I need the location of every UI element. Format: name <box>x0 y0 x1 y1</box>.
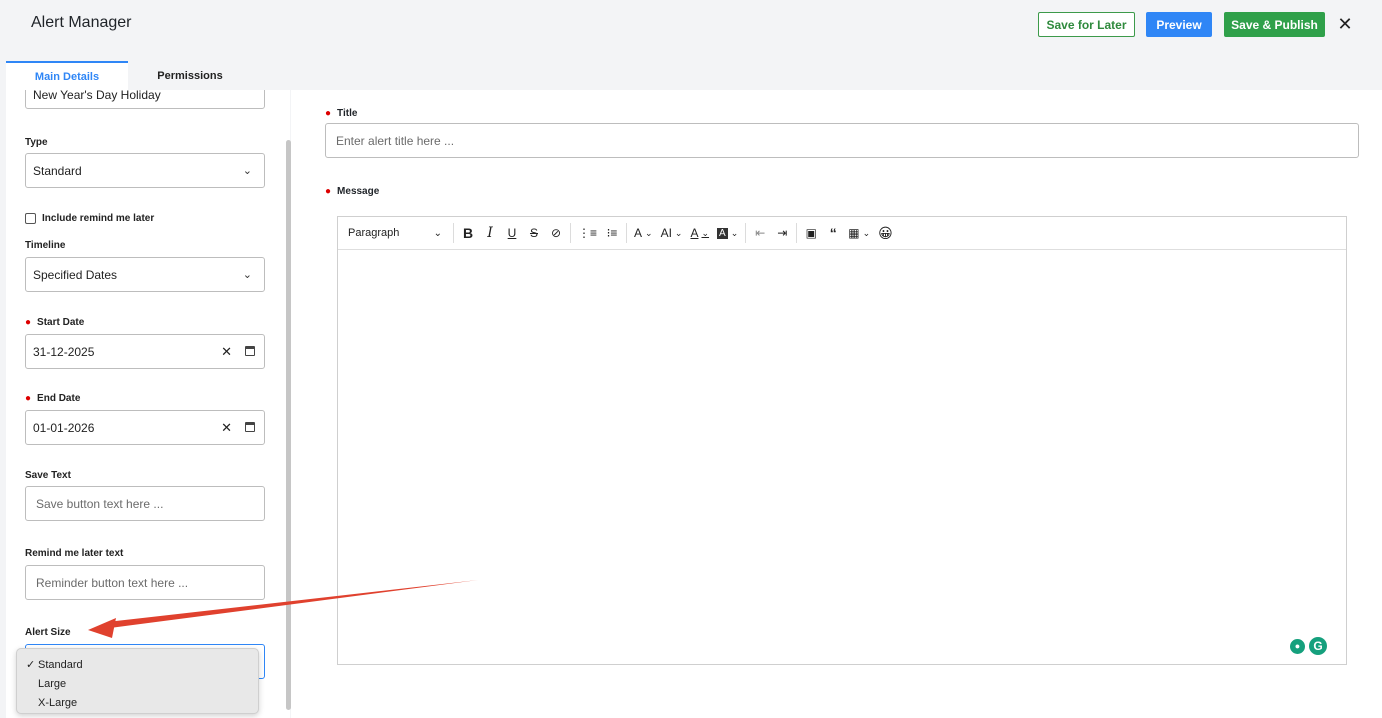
clear-start-date-icon[interactable]: ✕ <box>221 344 232 360</box>
save-text-input[interactable]: Save button text here ... <box>25 486 265 521</box>
alert-size-label: Alert Size <box>25 627 71 638</box>
grammarly-widget[interactable]: ● G <box>1290 635 1336 657</box>
bold-icon[interactable]: B <box>457 222 479 244</box>
remind-me-later-checkbox-row[interactable]: Include remind me later <box>25 213 154 224</box>
preview-button[interactable]: Preview <box>1146 12 1212 37</box>
remind-me-later-checkbox-label: Include remind me later <box>42 213 155 224</box>
alert-name-value: New Year's Day Holiday <box>33 90 161 102</box>
alert-name-field[interactable]: New Year's Day Holiday <box>25 90 265 109</box>
tab-main-details[interactable]: Main Details <box>6 61 128 90</box>
required-dot-icon: ● <box>325 186 332 197</box>
start-date-value: 31-12-2025 <box>33 344 95 359</box>
toolbar-divider <box>626 223 628 243</box>
toolbar-divider <box>453 223 454 243</box>
type-label: Type <box>25 137 48 148</box>
font-size-icon[interactable]: A ⌄ <box>630 222 657 244</box>
image-icon[interactable]: ▣ <box>800 222 822 244</box>
paragraph-style-select[interactable]: Paragraph ⌄ <box>338 227 450 239</box>
toolbar-divider <box>570 223 571 243</box>
emoji-icon[interactable]: 😀 <box>874 222 897 244</box>
close-icon[interactable]: ✕ <box>1336 13 1354 35</box>
calendar-icon[interactable] <box>245 346 255 356</box>
remind-text-input[interactable]: Reminder button text here ... <box>25 565 265 600</box>
timeline-value: Specified Dates <box>33 267 118 282</box>
checkmark-icon: ✓ <box>26 659 36 671</box>
end-date-value: 01-01-2026 <box>33 420 95 435</box>
end-date-label-text: End Date <box>37 393 81 404</box>
message-label-text: Message <box>337 186 380 197</box>
font-color-icon[interactable]: A ⌄ <box>686 222 713 244</box>
blockquote-icon[interactable]: “ <box>822 222 844 244</box>
alert-size-option-label: Standard <box>38 658 83 671</box>
start-date-label-text: Start Date <box>37 317 85 328</box>
alert-size-option-large[interactable]: Large <box>17 674 258 693</box>
strikethrough-icon[interactable]: S <box>523 222 545 244</box>
remind-me-later-checkbox[interactable] <box>25 213 36 224</box>
indent-icon[interactable]: ⇥ <box>771 222 793 244</box>
toolbar-divider <box>745 223 747 243</box>
required-dot-icon: ● <box>325 108 332 119</box>
timeline-label: Timeline <box>25 240 66 251</box>
app-title: Alert Manager <box>31 14 132 31</box>
title-label-text: Title <box>337 108 358 119</box>
right-content-panel: ● Title Enter alert title here ... ● Messa… <box>291 90 1382 718</box>
table-icon[interactable]: ▦ ⌄ <box>844 222 874 244</box>
save-and-publish-button[interactable]: Save & Publish <box>1224 12 1325 37</box>
underline-icon[interactable]: U <box>501 222 523 244</box>
grammarly-icon[interactable]: G <box>1309 637 1327 655</box>
title-input[interactable]: Enter alert title here ... <box>325 123 1359 158</box>
toolbar-divider <box>796 223 798 243</box>
save-for-later-button[interactable]: Save for Later <box>1038 12 1135 37</box>
highlight-icon[interactable]: A ⌄ <box>713 222 742 244</box>
end-date-input[interactable]: 01-01-2026 ✕ <box>25 410 265 445</box>
paragraph-style-value: Paragraph <box>348 227 400 239</box>
chevron-down-icon: ⌄ <box>242 269 252 281</box>
alert-size-option-label: X-Large <box>38 696 78 709</box>
alert-size-option-x-large[interactable]: X-Large <box>17 693 258 712</box>
chevron-down-icon: ⌄ <box>242 165 252 177</box>
start-date-label: ● Start Date <box>25 317 84 328</box>
save-text-label: Save Text <box>25 470 71 481</box>
outdent-icon[interactable]: ⇤ <box>749 222 771 244</box>
title-label: ● Title <box>325 108 357 119</box>
left-form-panel: New Year's Day Holiday Type Standard ⌄ I… <box>6 90 290 718</box>
header-bar: Alert Manager Save for Later Preview Sav… <box>0 0 1382 90</box>
start-date-input[interactable]: 31-12-2025 ✕ <box>25 334 265 369</box>
message-editor[interactable]: Paragraph ⌄ B I U S ⊘ ⋮≡ ⁝≡ A ⌄ AI ⌄ A ⌄ A ⌄… <box>337 216 1347 665</box>
alert-size-option-label: Large <box>38 677 67 690</box>
alert-size-dropdown-menu: ✓ Standard Large X-Large <box>16 648 259 714</box>
timeline-select[interactable]: Specified Dates ⌄ <box>25 257 265 292</box>
lightbulb-icon[interactable]: ● <box>1290 638 1305 654</box>
type-value: Standard <box>33 163 82 178</box>
calendar-icon[interactable] <box>245 422 255 432</box>
chevron-down-icon: ⌄ <box>433 227 442 239</box>
numbered-list-icon[interactable]: ⋮≡ <box>574 222 601 244</box>
type-select[interactable]: Standard ⌄ <box>25 153 265 188</box>
italic-icon[interactable]: I <box>479 222 501 244</box>
link-icon[interactable]: ⊘ <box>545 222 567 244</box>
alert-size-option-standard[interactable]: ✓ Standard <box>17 655 258 674</box>
clear-end-date-icon[interactable]: ✕ <box>221 420 232 436</box>
remind-text-label: Remind me later text <box>25 548 124 559</box>
editor-toolbar: Paragraph ⌄ B I U S ⊘ ⋮≡ ⁝≡ A ⌄ AI ⌄ A ⌄ A ⌄… <box>338 217 1346 250</box>
tab-permissions[interactable]: Permissions <box>130 61 250 90</box>
font-family-icon[interactable]: AI ⌄ <box>657 222 687 244</box>
required-dot-icon: ● <box>25 317 32 328</box>
required-dot-icon: ● <box>25 393 32 404</box>
bulleted-list-icon[interactable]: ⁝≡ <box>601 222 623 244</box>
message-label: ● Message <box>325 186 379 197</box>
end-date-label: ● End Date <box>25 393 80 404</box>
